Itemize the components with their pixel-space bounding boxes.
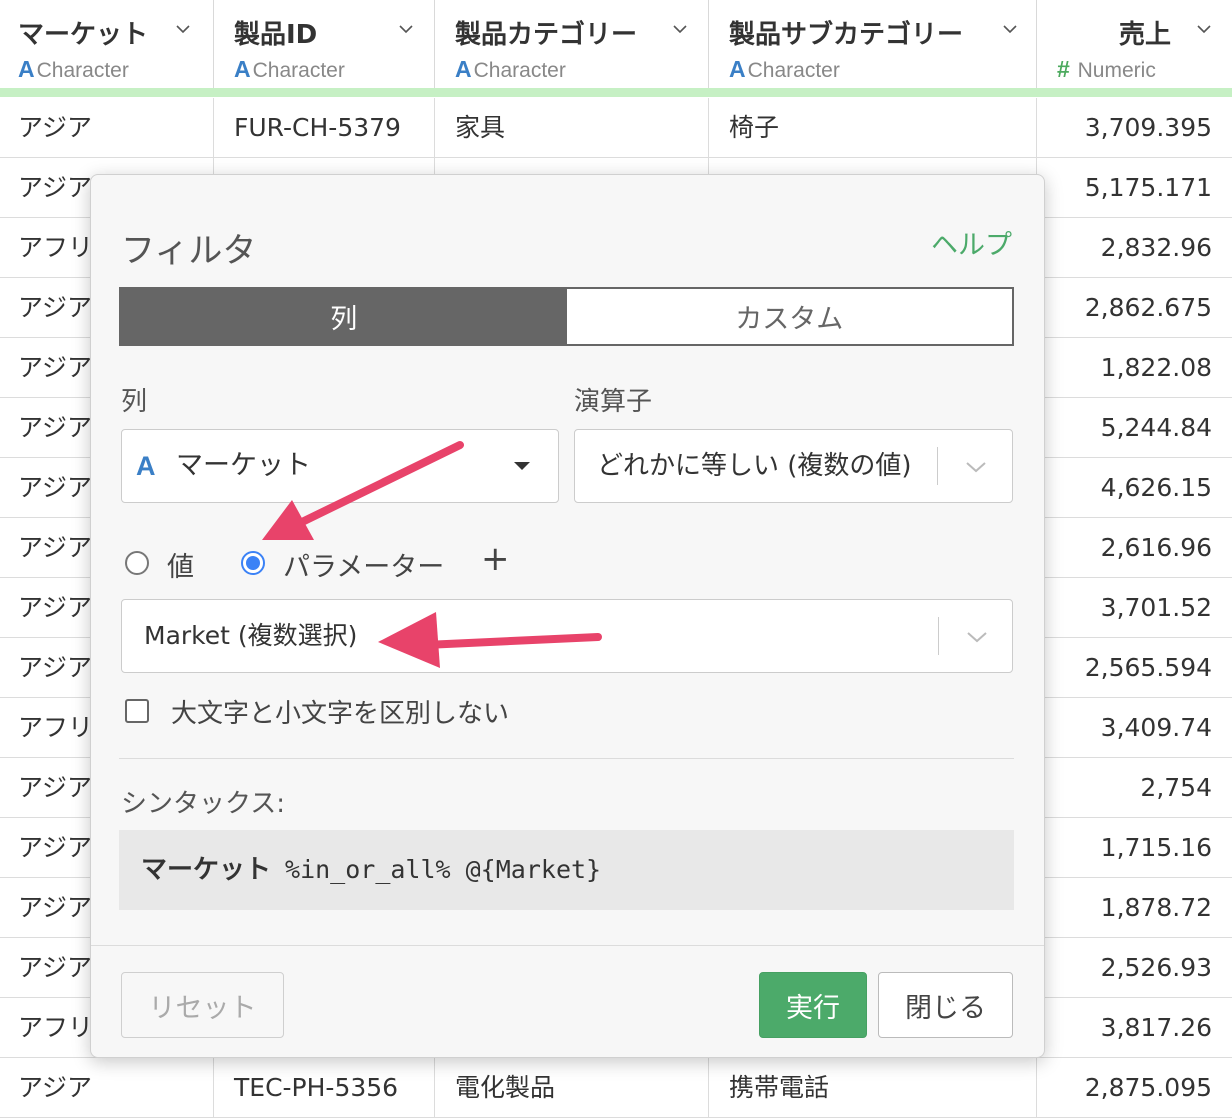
column-header-product-id[interactable]: 製品ID ACharacter — [214, 0, 435, 88]
dialog-title: フィルタ — [121, 231, 257, 271]
table-cell: FUR-CH-5379 — [214, 98, 435, 157]
syntax-column: マーケット — [141, 855, 272, 885]
parameter-select-value: Market (複数選択) — [144, 621, 358, 650]
column-header-name: 製品サブカテゴリー — [729, 20, 964, 50]
table-cell: 3,817.26 — [1100, 1013, 1212, 1042]
column-label: 列 — [121, 387, 148, 417]
column-header-name: 売上 — [1119, 20, 1172, 50]
caret-down-icon — [514, 462, 530, 470]
table-cell: 家具 — [435, 98, 709, 157]
table-cell: 1,878.72 — [1100, 893, 1212, 922]
ignore-case-checkbox[interactable] — [125, 699, 149, 723]
table-cell: 3,709.395 — [1084, 113, 1212, 142]
column-type: ACharacter — [18, 56, 129, 82]
column-type: ACharacter — [729, 56, 840, 82]
divider — [119, 758, 1014, 759]
column-select-value: マーケット — [176, 450, 311, 481]
syntax-label: シンタックス: — [121, 789, 285, 819]
table-cell: 5,244.84 — [1100, 413, 1212, 442]
chevron-down-icon — [966, 462, 986, 473]
table-cell: 1,715.16 — [1100, 833, 1212, 862]
table-cell: 2,754 — [1140, 773, 1212, 802]
operator-select[interactable]: どれかに等しい (複数の値) — [574, 429, 1013, 503]
column-select[interactable]: A マーケット — [121, 429, 559, 503]
column-header-name: 製品カテゴリー — [455, 20, 638, 50]
numeric-type-icon: # — [1057, 56, 1070, 82]
table-cell: 4,626.15 — [1100, 473, 1212, 502]
table-cell: 5,175.171 — [1084, 173, 1212, 202]
ignore-case-label[interactable]: 大文字と小文字を区別しない — [171, 693, 509, 730]
add-parameter-icon[interactable]: + — [481, 539, 510, 579]
help-link[interactable]: ヘルプ — [931, 223, 1012, 262]
table-cell: アジア — [0, 1058, 214, 1117]
tab-column[interactable]: 列 — [121, 289, 567, 344]
operator-label: 演算子 — [574, 387, 653, 417]
character-type-icon: A — [234, 56, 251, 82]
table-row[interactable]: アジア FUR-CH-5379 家具 椅子 3,709.395 — [0, 98, 1232, 158]
chevron-down-icon[interactable] — [1197, 22, 1211, 36]
run-button[interactable]: 実行 — [759, 972, 867, 1038]
chevron-down-icon[interactable] — [673, 22, 687, 36]
footer-divider — [91, 945, 1044, 946]
table-cell: 1,822.08 — [1100, 353, 1212, 382]
table-cell: 2,565.594 — [1084, 653, 1212, 682]
table-row[interactable]: アジア TEC-PH-5356 電化製品 携帯電話 2,875.095 — [0, 1058, 1232, 1118]
character-type-icon: A — [455, 56, 472, 82]
parameter-radio[interactable] — [241, 551, 265, 575]
table-cell: 2,832.96 — [1100, 233, 1212, 262]
table-cell: 椅子 — [709, 98, 1037, 157]
column-type: # Numeric — [1057, 56, 1156, 82]
table-cell: 2,875.095 — [1084, 1073, 1212, 1102]
syntax-code: %in_or_all% @{Market} — [285, 855, 602, 884]
table-cell: 3,409.74 — [1100, 713, 1212, 742]
close-button[interactable]: 閉じる — [878, 972, 1013, 1038]
character-type-icon: A — [729, 56, 746, 82]
header-quality-bar — [0, 88, 1232, 97]
column-header-name: マーケット — [18, 20, 149, 50]
select-divider — [938, 617, 939, 655]
chevron-down-icon[interactable] — [399, 22, 413, 36]
column-type: ACharacter — [234, 56, 345, 82]
syntax-preview: マーケット %in_or_all% @{Market} — [119, 830, 1014, 910]
value-radio[interactable] — [125, 551, 149, 575]
table-cell: アジア — [0, 98, 214, 157]
chevron-down-icon[interactable] — [1003, 22, 1017, 36]
reset-button[interactable]: リセット — [121, 972, 284, 1038]
table-cell: 携帯電話 — [709, 1058, 1037, 1117]
chevron-down-icon — [967, 632, 987, 643]
value-radio-label[interactable]: 値 — [167, 545, 194, 584]
select-divider — [937, 447, 938, 485]
table-cell: TEC-PH-5356 — [214, 1058, 435, 1117]
table-cell: 3,701.52 — [1100, 593, 1212, 622]
column-header-sales[interactable]: 売上 # Numeric — [1037, 0, 1232, 88]
table-cell: 2,862.675 — [1084, 293, 1212, 322]
character-type-icon: A — [18, 56, 35, 82]
character-type-icon: A — [136, 451, 156, 481]
parameter-select[interactable]: Market (複数選択) — [121, 599, 1013, 673]
parameter-radio-label[interactable]: パラメーター — [283, 545, 444, 584]
table-cell: 2,616.96 — [1100, 533, 1212, 562]
filter-dialog: フィルタ ヘルプ 列 カスタム 列 演算子 A マーケット どれかに等しい (複… — [90, 174, 1045, 1058]
operator-select-value: どれかに等しい (複数の値) — [597, 451, 912, 481]
column-type: ACharacter — [455, 56, 566, 82]
table-cell: 電化製品 — [435, 1058, 709, 1117]
chevron-down-icon[interactable] — [176, 22, 190, 36]
tab-custom[interactable]: カスタム — [566, 289, 1012, 344]
filter-mode-tabs: 列 カスタム — [119, 287, 1014, 346]
column-header-category[interactable]: 製品カテゴリー ACharacter — [435, 0, 709, 88]
column-header-subcategory[interactable]: 製品サブカテゴリー ACharacter — [709, 0, 1037, 88]
column-header-market[interactable]: マーケット ACharacter — [0, 0, 214, 88]
table-cell: 2,526.93 — [1100, 953, 1212, 982]
column-header-name: 製品ID — [234, 20, 318, 50]
